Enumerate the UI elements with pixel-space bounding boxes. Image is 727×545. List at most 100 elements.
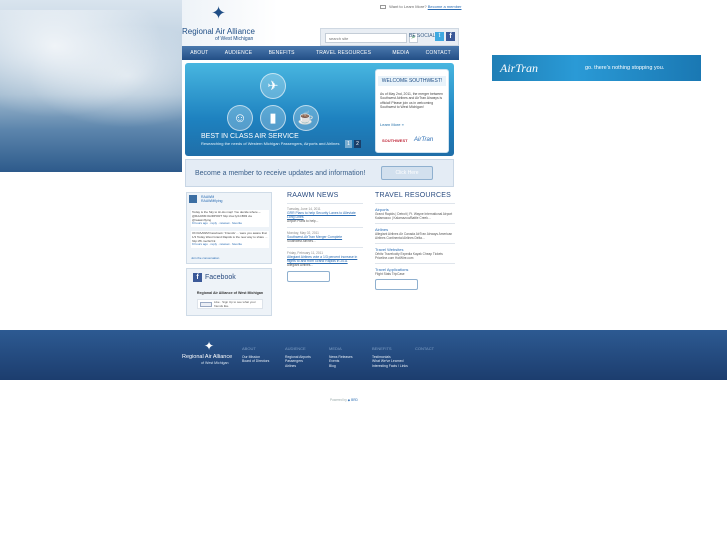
- footer-col-about: ABOUT Our Mission Board of Directors: [242, 346, 269, 364]
- footer-link[interactable]: Interesting Facts / Links: [372, 364, 408, 368]
- member-button[interactable]: Click Here: [381, 166, 433, 180]
- hero-title: BEST IN CLASS AIR SERVICE: [201, 133, 299, 140]
- travel-title: TRAVEL RESOURCES: [375, 192, 451, 199]
- nav-about[interactable]: ABOUT: [182, 46, 217, 60]
- member-bar: Become a member to receive updates and i…: [185, 159, 454, 187]
- ad-tagline: go. there's nothing stopping you.: [585, 65, 665, 71]
- powered-brand[interactable]: ◆ BRD: [348, 398, 358, 402]
- airtran-ad-banner[interactable]: AirTran go. there's nothing stopping you…: [492, 55, 701, 81]
- facebook-page-name[interactable]: Regional Air Alliance of West Michigan: [193, 291, 267, 295]
- utility-text: Want to Learn More?: [389, 4, 427, 9]
- footer-col-audience: AUDIENCE Regional Airports Passengers Ai…: [285, 346, 311, 368]
- hero-icons: ✈ ☺ ▮ ☕: [217, 73, 327, 139]
- news-title: RAAWM NEWS: [287, 192, 339, 199]
- footer-heading[interactable]: BENEFITS: [372, 346, 408, 351]
- travel-links[interactable]: Allegiant Airlines Air Canada AirTran Ai…: [375, 232, 455, 240]
- southwest-logo: SOUTHWEST: [382, 138, 408, 143]
- twitter-panel: RAAWM RAAWMflying Today is the Sky to Hi…: [186, 192, 272, 264]
- star-icon: ✦: [204, 339, 215, 353]
- tweet: Today is the Sky to Hi-Ho map! You decid…: [191, 210, 269, 228]
- facebook-icon[interactable]: f: [446, 32, 455, 41]
- news-link[interactable]: Allegiant Airlines vote a 1/3 percent in…: [287, 255, 363, 263]
- footer-col-media: MEDIA News Releases Events Blog: [329, 346, 353, 368]
- be-social-label: BE SOCIAL: [409, 33, 436, 39]
- site-logo[interactable]: ✦ Regional Air Alliance of West Michigan: [182, 4, 276, 44]
- airplane-icon: ✈: [260, 73, 286, 99]
- more-resources-button[interactable]: [375, 279, 418, 290]
- become-member-link[interactable]: Become a member: [428, 4, 462, 9]
- more-news-button[interactable]: [287, 271, 330, 282]
- facebook-panel: f Facebook Regional Air Alliance of West…: [186, 268, 272, 316]
- nav-benefits[interactable]: BENEFITS: [260, 46, 302, 60]
- footer-link[interactable]: Airlines: [285, 364, 311, 368]
- nav-media[interactable]: MEDIA: [384, 46, 417, 60]
- learn-more-link[interactable]: Learn More »: [380, 122, 404, 127]
- promo-title: WELCOME SOUTHWEST!: [378, 76, 446, 86]
- tweet-meta[interactable]: 9 hours ago · reply · retweet · favorite: [192, 243, 268, 247]
- footer-col-benefits: BENEFITS Testimonials What We've Learned…: [372, 346, 408, 368]
- main-nav: ABOUT AUDIENCE BENEFITS TRAVEL RESOURCES…: [182, 46, 459, 60]
- travel-section: Airports Grand Rapids | Detroit | Ft. Wa…: [375, 203, 455, 220]
- nav-contact[interactable]: CONTACT: [417, 46, 459, 60]
- news-excerpt: Airport Plans to help...: [287, 219, 319, 223]
- person-icon: ☺: [227, 105, 253, 131]
- promo-body: As of May 2nd, 2011, the merger between …: [380, 92, 443, 110]
- footer: [0, 330, 727, 380]
- search-input[interactable]: [325, 33, 407, 43]
- footer-col-contact: CONTACT: [415, 346, 434, 355]
- footer-link[interactable]: Board of Directors: [242, 359, 269, 363]
- nav-audience[interactable]: AUDIENCE: [217, 46, 261, 60]
- like-text: Like · Sign Up to see what your friends …: [214, 300, 256, 308]
- powered-text: Powered by: [330, 398, 347, 402]
- airtran-logo: AirTran: [414, 137, 434, 143]
- ad-logo: AirTran: [500, 61, 539, 75]
- cup-icon: ☕: [293, 105, 319, 131]
- pager-2[interactable]: 2: [354, 140, 361, 148]
- travel-links[interactable]: Orbitz Travelocity Expedia Kayak Cheap T…: [375, 252, 455, 260]
- travel-section: Travel Applications Flight Stats TripCas…: [375, 263, 455, 276]
- travel-column: TRAVEL RESOURCES Airports Grand Rapids |…: [375, 192, 455, 290]
- footer-link[interactable]: Blog: [329, 364, 353, 368]
- travel-section: Travel Websites Orbitz Travelocity Exped…: [375, 243, 455, 260]
- member-text: Become a member to receive updates and i…: [195, 170, 366, 177]
- footer-heading[interactable]: MEDIA: [329, 346, 353, 351]
- pager-1[interactable]: 1: [345, 140, 352, 148]
- twitter-avatar[interactable]: [189, 195, 197, 203]
- like-button[interactable]: [200, 302, 212, 307]
- promo-card: WELCOME SOUTHWEST! As of May 2nd, 2011, …: [375, 69, 449, 153]
- travel-links[interactable]: Grand Rapids | Detroit | Ft. Wayne Inter…: [375, 212, 455, 220]
- tweet-meta[interactable]: 9 hours ago · reply · retweet · favorite: [192, 222, 268, 226]
- phone-icon: ▮: [260, 105, 286, 131]
- facebook-title: Facebook: [205, 274, 236, 281]
- hero-pager: 1 2: [345, 140, 361, 148]
- mail-icon: [380, 4, 386, 9]
- sky-background: [0, 0, 182, 172]
- powered-by: Powered by ◆ BRD: [330, 398, 358, 402]
- travel-links[interactable]: Flight Stats TripCase: [375, 272, 455, 276]
- star-icon: ✦: [211, 3, 227, 23]
- footer-heading[interactable]: AUDIENCE: [285, 346, 311, 351]
- nav-travel-resources[interactable]: TRAVEL RESOURCES: [303, 46, 384, 60]
- twitter-name[interactable]: RAAWM RAAWMflying: [201, 195, 222, 203]
- footer-logo[interactable]: ✦ Regional Air Alliance of West Michigan: [182, 340, 234, 368]
- news-entry: Monday, May 02, 2011 Southwest-AirTran M…: [287, 227, 363, 243]
- logo-line1: Regional Air Alliance: [182, 27, 255, 36]
- news-link[interactable]: GRR Plans to help Security Lanes to Alle…: [287, 211, 363, 219]
- news-entry: Friday, February 11, 2011 Allegiant Airl…: [287, 247, 363, 267]
- travel-section: Airlines Allegiant Airlines Air Canada A…: [375, 223, 455, 240]
- facebook-icon: f: [193, 273, 202, 282]
- news-excerpt: Allegiant Airlines...: [287, 263, 314, 267]
- footer-logo-line1: Regional Air Alliance: [182, 354, 233, 360]
- news-entry: Tuesday, June 14, 2011 GRR Plans to help…: [287, 203, 363, 223]
- footer-heading[interactable]: ABOUT: [242, 346, 269, 351]
- facebook-like-box: Like · Sign Up to see what your friends …: [197, 299, 263, 309]
- tweet: ON RAAWM Facebook: 'Friends' ... were yo…: [191, 231, 269, 249]
- utility-bar: Want to Learn More? Become a member: [380, 4, 461, 9]
- footer-logo-line2: of West Michigan: [201, 361, 229, 365]
- join-conversation-link[interactable]: Join the conversation: [191, 256, 219, 260]
- hero-banner[interactable]: ✈ ☺ ▮ ☕ BEST IN CLASS AIR SERVICE Resear…: [185, 63, 454, 156]
- footer-heading[interactable]: CONTACT: [415, 346, 434, 351]
- twitter-icon[interactable]: t: [435, 32, 444, 41]
- page: ✦ Regional Air Alliance of West Michigan…: [0, 0, 727, 545]
- hero-subtitle: Researching the needs of Western Michiga…: [201, 141, 340, 146]
